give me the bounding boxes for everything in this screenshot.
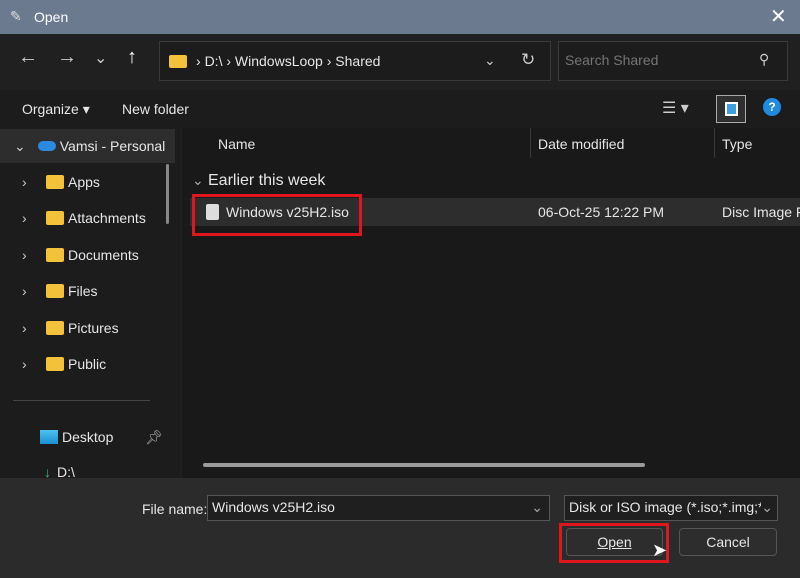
chevron-down-icon[interactable]: ⌄ [484, 52, 496, 69]
chevron-right-icon: › [22, 210, 27, 226]
search-input[interactable] [565, 52, 755, 68]
preview-pane-button[interactable] [716, 95, 746, 123]
pin-icon[interactable]: 📌︎ [145, 429, 163, 446]
breadcrumb-windowsloop[interactable]: WindowsLoop [235, 53, 323, 69]
chevron-right-icon: › [22, 174, 27, 190]
chevron-right-icon: › [22, 283, 27, 299]
cursor-icon: ➤ [652, 540, 668, 560]
file-name-label: File name: [142, 501, 208, 517]
sidebar-item-pictures[interactable]: › Pictures [0, 311, 175, 345]
file-type: Disc Image F [722, 204, 800, 220]
folder-icon [46, 321, 64, 335]
sidebar-item-label: Desktop [62, 429, 114, 445]
chevron-right-icon: › [22, 356, 27, 372]
file-type-value: Disk or ISO image (*.iso;*.img;* [569, 499, 764, 515]
breadcrumb: › D:\ › WindowsLoop › Shared [196, 53, 381, 69]
sidebar-item-label: Pictures [68, 320, 119, 336]
app-icon: ✎ [10, 8, 22, 24]
chevron-down-icon: ⌄ [14, 137, 26, 154]
view-options-icon[interactable]: ☰ ▾ [662, 98, 689, 118]
new-folder-button[interactable]: New folder [122, 101, 189, 117]
sidebar-item-files[interactable]: › Files [0, 274, 175, 308]
organize-button[interactable]: Organize ▾ [22, 101, 90, 118]
column-header-name[interactable]: Name [218, 136, 255, 152]
recent-locations-button[interactable]: ⌄ [94, 48, 107, 68]
breadcrumb-drive[interactable]: D:\ [205, 53, 223, 69]
folder-icon [46, 211, 64, 225]
breadcrumb-shared[interactable]: Shared [335, 53, 380, 69]
close-button[interactable]: ✕ [770, 4, 787, 29]
address-bar[interactable]: › D:\ › WindowsLoop › Shared ⌄ ↻ [159, 41, 551, 81]
file-name-value: Windows v25H2.iso [212, 499, 335, 515]
sidebar-item-label: Apps [68, 174, 100, 190]
cloud-icon [37, 141, 56, 151]
sidebar-item-desktop[interactable]: Desktop 📌︎ [0, 420, 175, 454]
horizontal-scrollbar[interactable] [203, 463, 645, 467]
divider [13, 400, 150, 401]
folder-icon [46, 357, 64, 371]
highlight-box [192, 194, 362, 236]
title-bar [0, 0, 800, 34]
sidebar-item-attachments[interactable]: › Attachments [0, 201, 175, 235]
sidebar-scrollbar[interactable] [166, 164, 169, 224]
chevron-down-icon[interactable]: ⌄ [761, 499, 773, 516]
chevron-down-icon[interactable]: ⌄ [192, 172, 204, 189]
file-type-select[interactable]: Disk or ISO image (*.iso;*.img;* ⌄ [564, 495, 778, 521]
sidebar-item-label: Attachments [68, 210, 146, 226]
group-header[interactable]: Earlier this week [208, 172, 325, 190]
open-button[interactable]: Open [566, 528, 663, 556]
cancel-button[interactable]: Cancel [679, 528, 777, 556]
back-button[interactable]: ← [18, 46, 38, 69]
column-header-type[interactable]: Type [722, 136, 752, 152]
toolbar: Organize ▾ New folder ☰ ▾ ? [0, 90, 800, 128]
help-icon[interactable]: ? [763, 98, 781, 116]
sidebar-item-documents[interactable]: › Documents [0, 238, 175, 272]
folder-icon [46, 284, 64, 298]
folder-icon [169, 55, 187, 68]
folder-icon [46, 248, 64, 262]
sidebar-item-label: Public [68, 356, 107, 372]
sidebar-item-label: Vamsi - Personal [59, 138, 166, 154]
chevron-right-icon: › [22, 247, 27, 263]
file-list: Name Date modified Type ⌄ Earlier this w… [182, 128, 800, 478]
file-date: 06-Oct-25 12:22 PM [538, 204, 665, 220]
refresh-icon[interactable]: ↻ [521, 50, 535, 70]
sidebar-item-public[interactable]: › Public [0, 347, 175, 381]
column-header-date[interactable]: Date modified [538, 136, 624, 152]
sidebar-item-label: Files [68, 283, 98, 299]
search-icon: ⚲ [759, 51, 770, 67]
forward-button[interactable]: → [57, 46, 77, 69]
search-box[interactable]: ⚲ [558, 41, 788, 81]
file-name-input[interactable]: Windows v25H2.iso ⌄ [207, 495, 550, 521]
window-title: Open [34, 9, 69, 25]
sidebar-item-apps[interactable]: › Apps [0, 165, 175, 199]
sidebar-item-onedrive[interactable]: ⌄ Vamsi - Personal [0, 129, 175, 163]
sidebar-item-label: Documents [68, 247, 139, 263]
chevron-down-icon[interactable]: ⌄ [531, 499, 543, 516]
navigation-pane: ⌄ Vamsi - Personal › Apps › Attachments › D… [0, 128, 180, 480]
chevron-right-icon: › [22, 320, 27, 336]
folder-icon [46, 175, 64, 189]
up-button[interactable]: ↑ [127, 46, 137, 69]
desktop-icon [40, 430, 58, 444]
dialog-footer: File name: Windows v25H2.iso ⌄ Disk or IS… [0, 478, 800, 578]
